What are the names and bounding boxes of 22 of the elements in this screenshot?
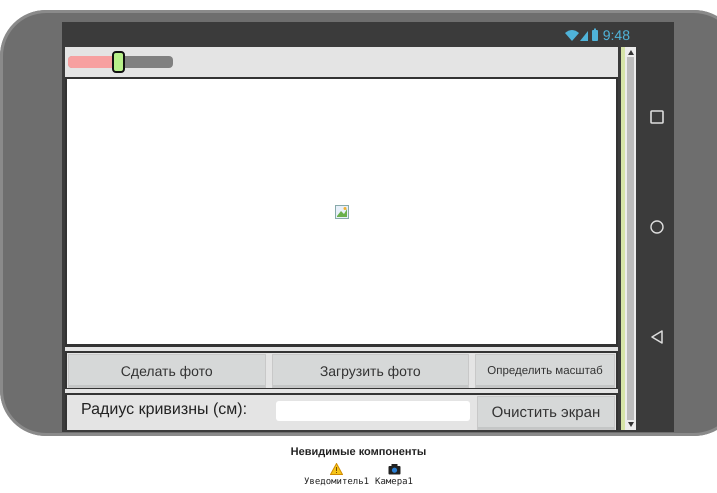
app-button[interactable]: Определить масштаб xyxy=(476,355,614,387)
component-label: Уведомитель1 xyxy=(304,477,370,487)
slider[interactable] xyxy=(68,50,173,74)
radius-label: Радиус кривизны (см): xyxy=(81,401,248,419)
app-button[interactable]: Сделать фото xyxy=(69,355,264,387)
broken-image-icon xyxy=(334,204,348,218)
radius-input-field[interactable] xyxy=(276,401,470,421)
scroll-up-icon[interactable] xyxy=(628,50,634,55)
slider-thumb[interactable] xyxy=(112,51,126,73)
camera-icon[interactable] xyxy=(388,463,401,475)
status-icons-icon xyxy=(564,28,600,42)
status-time: 9:48 xyxy=(602,26,630,42)
section-title: Невидимые компоненты xyxy=(290,446,426,458)
home-icon[interactable] xyxy=(650,220,664,234)
component-label: Камера1 xyxy=(375,477,413,487)
recent-apps-icon[interactable] xyxy=(650,110,664,124)
app-button[interactable]: Загрузить фото xyxy=(272,355,468,387)
back-icon[interactable] xyxy=(650,330,664,344)
scroll-down-icon[interactable] xyxy=(628,422,634,427)
warning-icon[interactable] xyxy=(330,463,344,475)
clear-screen-button[interactable]: Очистить экран xyxy=(478,396,614,428)
scrollbar[interactable] xyxy=(621,47,636,430)
